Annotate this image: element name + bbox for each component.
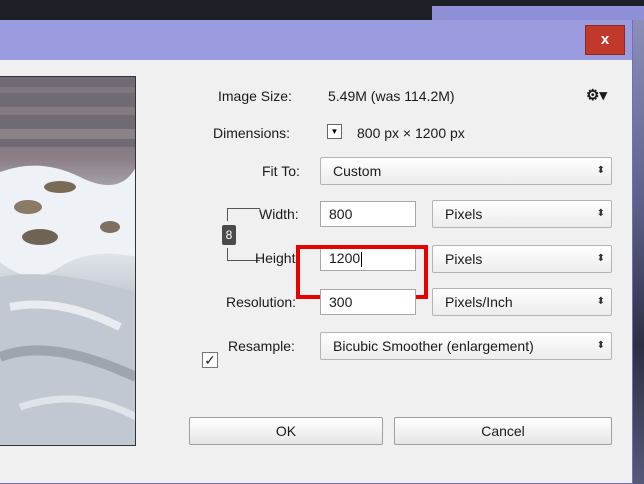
resample-method-select[interactable]: Bicubic Smoother (enlargement) ⬍ — [320, 332, 612, 360]
preview-image — [0, 77, 135, 445]
cancel-button[interactable]: Cancel — [394, 417, 612, 445]
width-unit-select[interactable]: Pixels ⬍ — [432, 200, 612, 228]
resolution-unit-select[interactable]: Pixels/Inch ⬍ — [432, 288, 612, 316]
close-button[interactable]: x — [585, 25, 625, 55]
resample-method-value: Bicubic Smoother (enlargement) — [333, 338, 534, 354]
image-size-value: 5.49M (was 114.2M) — [328, 88, 455, 104]
height-unit-select[interactable]: Pixels ⬍ — [432, 245, 612, 273]
height-label: Height: — [255, 250, 300, 266]
select-arrows-icon: ⬍ — [596, 165, 605, 176]
resolution-unit-value: Pixels/Inch — [445, 294, 513, 310]
select-arrows-icon: ⬍ — [596, 340, 605, 351]
background-window-edge — [432, 6, 644, 20]
resolution-input[interactable]: 300 — [320, 289, 416, 315]
select-arrows-icon: ⬍ — [596, 253, 605, 264]
link-icon[interactable]: 8 — [222, 225, 236, 245]
ok-button[interactable]: OK — [189, 417, 383, 445]
dimensions-dropdown-icon[interactable]: ▼ — [327, 124, 342, 139]
width-label: Width: — [259, 206, 299, 222]
dimensions-label: Dimensions: — [213, 125, 291, 141]
dialog-title-bar[interactable] — [0, 20, 632, 60]
image-size-dialog: x Image Size: 5.49M (was 114.2M) ⚙▾ Dime… — [0, 20, 633, 484]
constrain-bracket-top — [227, 208, 260, 221]
fit-to-value: Custom — [333, 163, 382, 179]
dimensions-value: 800 px × 1200 px — [357, 125, 465, 141]
height-unit-value: Pixels — [445, 251, 483, 267]
image-size-label: Image Size: — [218, 88, 292, 104]
image-preview[interactable] — [0, 76, 136, 446]
select-arrows-icon: ⬍ — [596, 296, 605, 307]
gear-icon[interactable]: ⚙▾ — [586, 86, 607, 104]
resample-label: Resample: — [228, 338, 295, 354]
width-input[interactable]: 800 — [320, 201, 416, 227]
resample-checkbox[interactable]: ✓ — [202, 352, 218, 368]
background-canvas-strip — [633, 20, 644, 484]
width-unit-value: Pixels — [445, 206, 483, 222]
resolution-label: Resolution: — [226, 294, 297, 310]
select-arrows-icon: ⬍ — [596, 208, 605, 219]
fit-to-label: Fit To: — [262, 163, 300, 179]
fit-to-select[interactable]: Custom ⬍ — [320, 157, 612, 185]
